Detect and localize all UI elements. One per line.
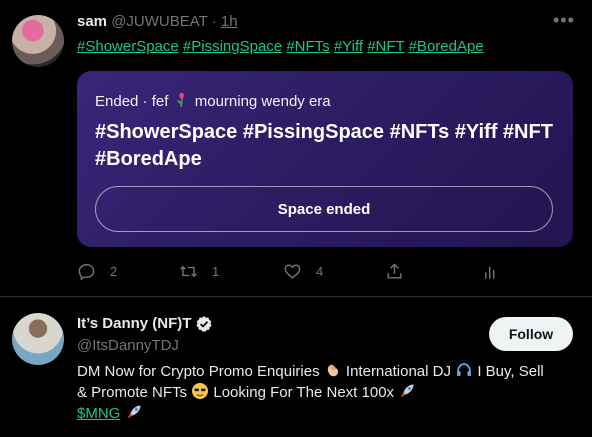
hashtag-link[interactable]: #ShowerSpace bbox=[77, 38, 179, 55]
hashtag-link[interactable]: #BoredApe bbox=[409, 38, 484, 55]
hashtag-link[interactable]: #Yiff bbox=[334, 38, 363, 55]
space-host: mourning wendy era bbox=[194, 93, 331, 110]
flower-emoji-icon bbox=[177, 92, 184, 108]
heart-icon bbox=[284, 264, 301, 279]
bio-text: International DJ bbox=[345, 363, 451, 380]
user-handle[interactable]: @ItsDannyTDJ bbox=[77, 337, 179, 354]
share-button[interactable] bbox=[385, 262, 404, 281]
author-name[interactable]: sam bbox=[77, 13, 107, 30]
user-card[interactable]: It’s Danny (NF)T @ItsDannyTDJ Follow DM … bbox=[0, 297, 592, 437]
avatar[interactable] bbox=[12, 15, 64, 67]
author-handle[interactable]: @JUWUBEAT bbox=[111, 13, 207, 30]
hashtag-link[interactable]: #PissingSpace bbox=[183, 38, 282, 55]
like-button[interactable]: 4 bbox=[283, 262, 323, 281]
hashtag-link[interactable]: #NFTs bbox=[286, 38, 329, 55]
retweet-button[interactable]: 1 bbox=[179, 262, 219, 281]
retweet-count: 1 bbox=[212, 264, 220, 279]
reply-count: 2 bbox=[110, 264, 118, 279]
tweet-actions: 2 1 4 bbox=[77, 262, 497, 284]
like-count: 4 bbox=[316, 264, 324, 279]
cashtag-link[interactable]: $MNG bbox=[77, 405, 120, 422]
hashtag-link[interactable]: #NFT bbox=[367, 38, 404, 55]
sunglasses-face-icon bbox=[192, 383, 209, 399]
tweet-time[interactable]: 1h bbox=[221, 13, 238, 30]
rocket-icon bbox=[400, 384, 414, 398]
share-icon bbox=[387, 263, 402, 279]
hashtag-line: #ShowerSpace #PissingSpace #NFTs #Yiff #… bbox=[77, 37, 484, 57]
space-status: Ended · fef bbox=[95, 93, 169, 110]
clapping-hands-icon bbox=[327, 364, 338, 377]
reply-button[interactable]: 2 bbox=[77, 262, 117, 281]
analytics-button[interactable] bbox=[481, 262, 500, 281]
space-title: #ShowerSpace #PissingSpace #NFTs #Yiff #… bbox=[95, 121, 553, 170]
bio-text: Looking For The Next 100x bbox=[213, 384, 395, 401]
space-card[interactable]: Ended · fef mourning wendy era #ShowerSp… bbox=[77, 71, 573, 247]
user-name[interactable]: It’s Danny (NF)T bbox=[77, 314, 191, 334]
space-meta: Ended · fef mourning wendy era bbox=[95, 91, 331, 112]
reply-icon bbox=[78, 264, 95, 281]
tweet[interactable]: sam @JUWUBEAT · 1h ••• #ShowerSpace #Pis… bbox=[0, 0, 592, 296]
user-name-row: It’s Danny (NF)T bbox=[77, 314, 213, 334]
follow-button[interactable]: Follow bbox=[489, 317, 573, 351]
verified-badge-icon bbox=[196, 316, 213, 332]
rocket-icon bbox=[127, 405, 141, 419]
retweet-icon bbox=[180, 265, 197, 278]
user-bio: DM Now for Crypto Promo Enquiries Intern… bbox=[77, 361, 557, 424]
analytics-icon bbox=[485, 266, 495, 279]
avatar[interactable] bbox=[12, 313, 64, 365]
separator: · bbox=[211, 13, 217, 30]
headphones-icon bbox=[457, 363, 472, 376]
more-options-icon[interactable]: ••• bbox=[553, 11, 575, 29]
bio-text: DM Now for Crypto Promo Enquiries bbox=[77, 363, 320, 380]
space-ended-button[interactable]: Space ended bbox=[95, 186, 553, 232]
tweet-header: sam @JUWUBEAT · 1h bbox=[77, 12, 238, 32]
